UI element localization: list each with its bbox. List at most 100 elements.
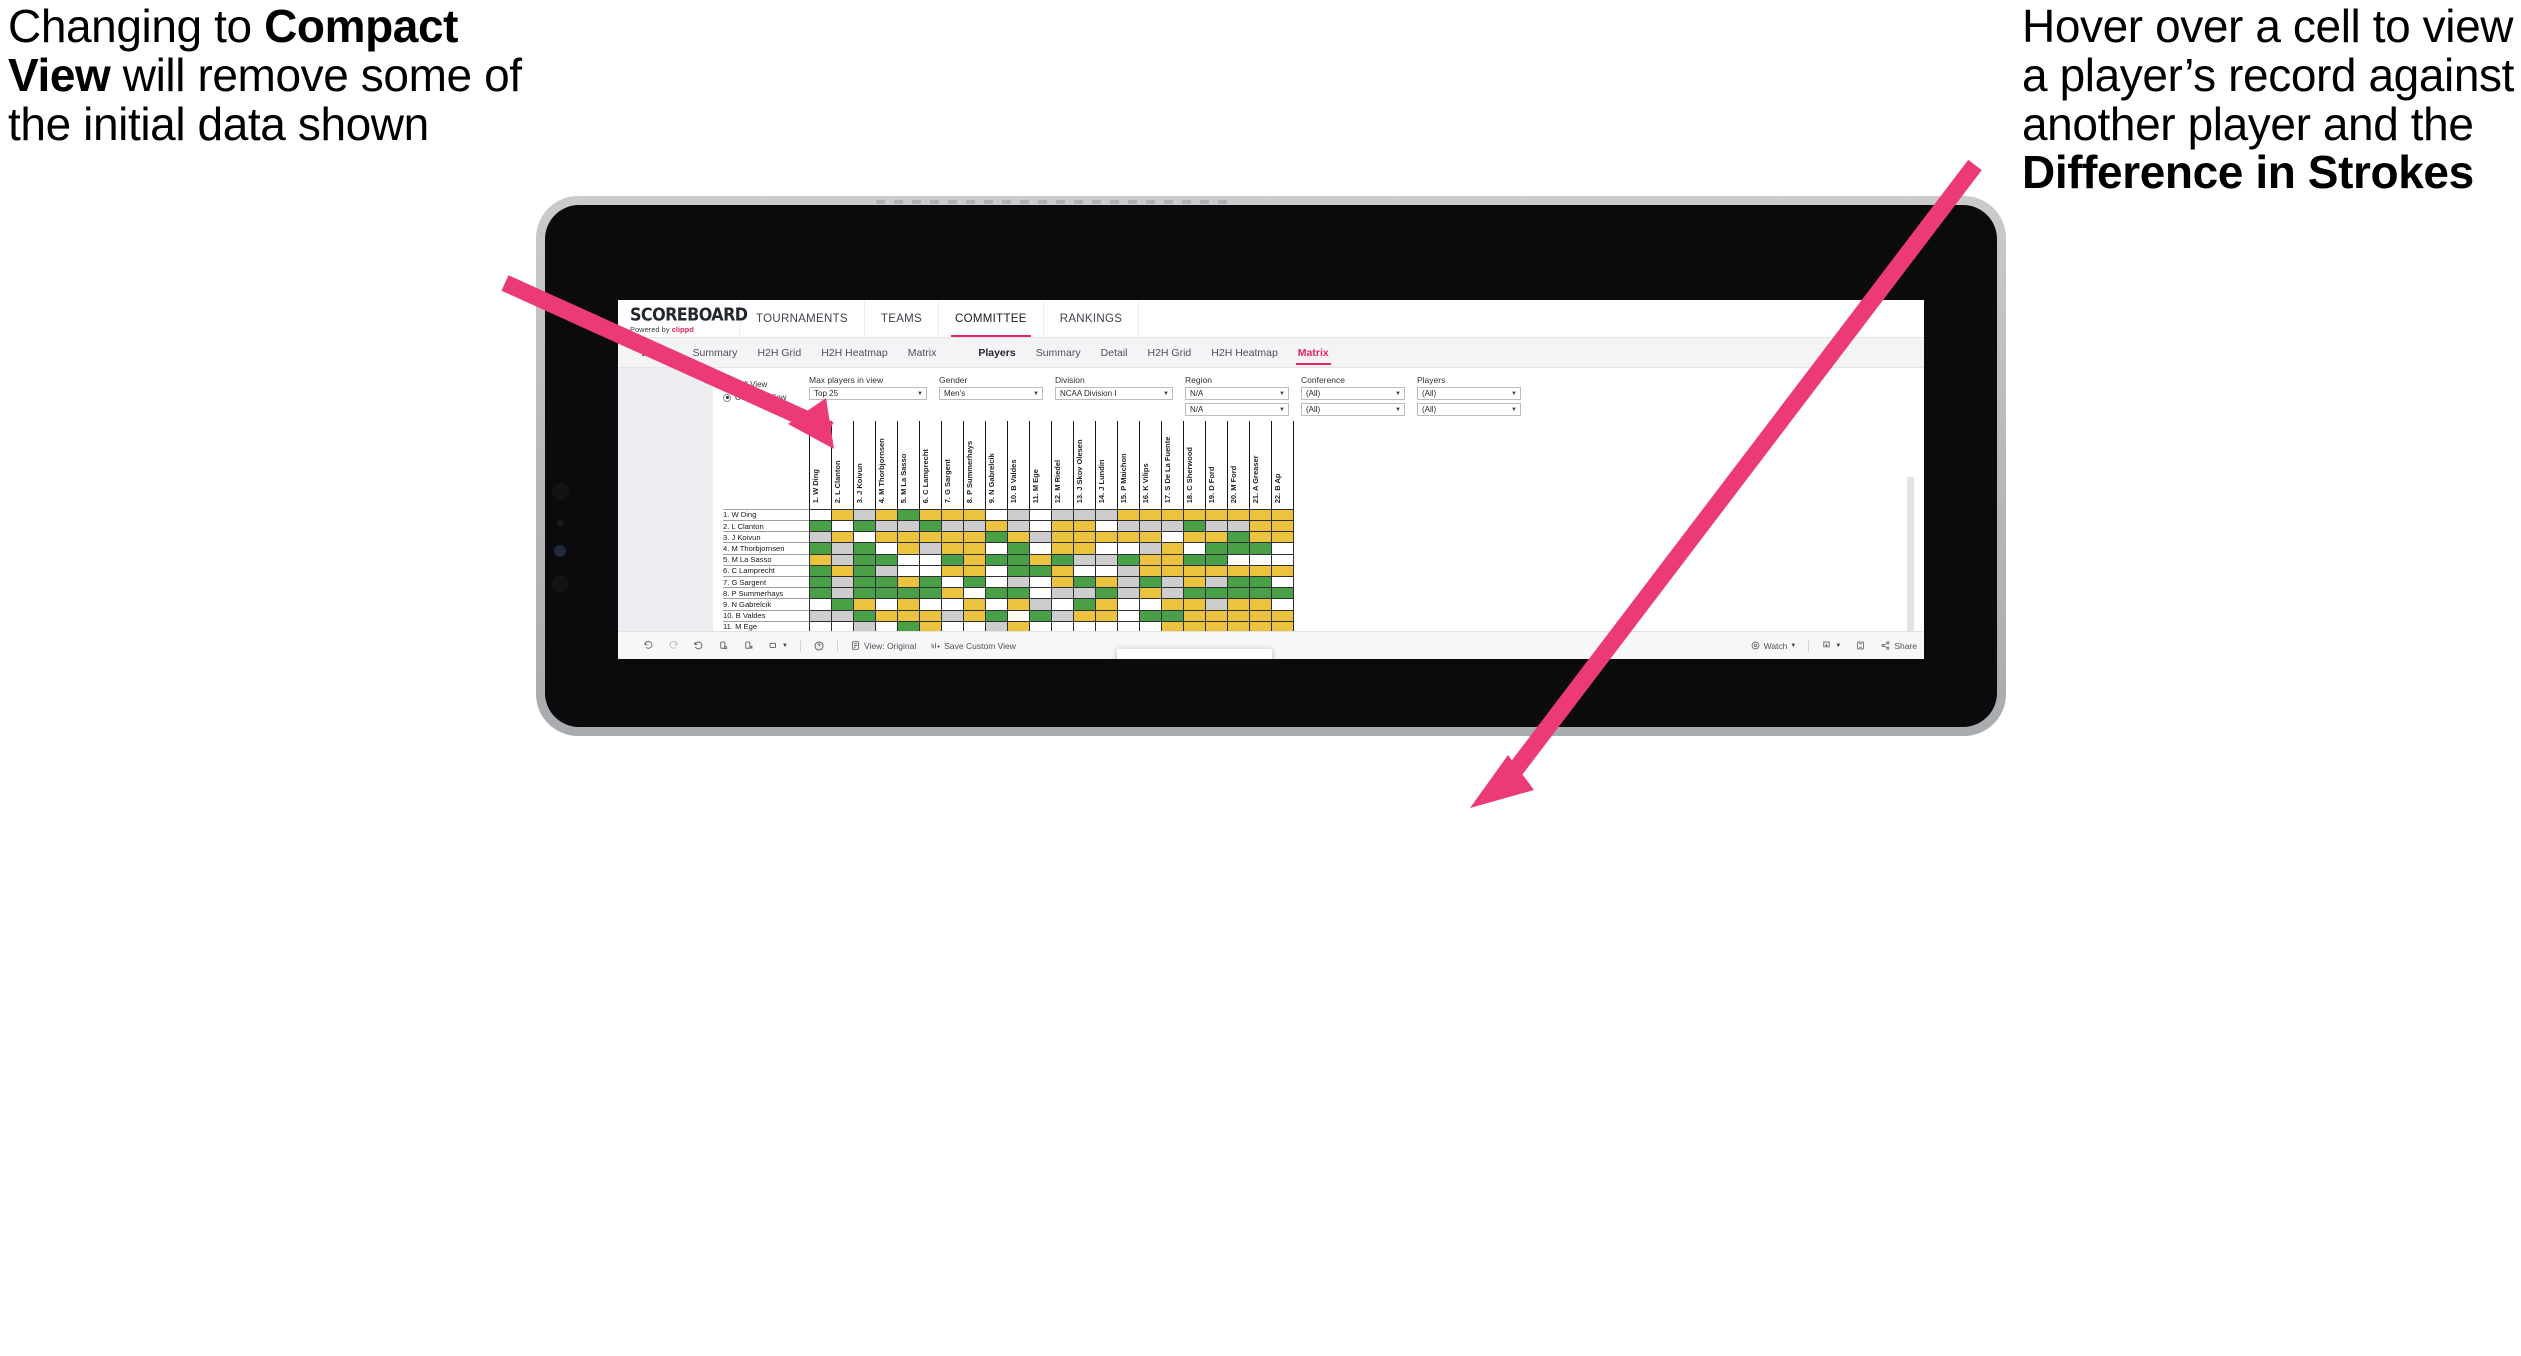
matrix-cell[interactable]	[1138, 575, 1162, 589]
matrix-cell[interactable]	[1226, 598, 1250, 611]
matrix-cell[interactable]	[984, 508, 1008, 522]
matrix-cell[interactable]	[1094, 542, 1118, 555]
matrix-cell[interactable]	[1116, 564, 1140, 577]
matrix-cell[interactable]	[1248, 609, 1272, 622]
matrix-cell[interactable]	[1270, 564, 1294, 577]
matrix-cell[interactable]	[1094, 575, 1118, 589]
matrix-cell[interactable]	[1050, 508, 1074, 522]
matrix-cell[interactable]	[808, 542, 832, 555]
share-button[interactable]: Share	[1873, 640, 1924, 651]
matrix-cell[interactable]	[1226, 531, 1250, 544]
matrix-cell[interactable]	[1138, 564, 1162, 577]
matrix-row-label[interactable]: 3. J Koivun	[723, 531, 809, 543]
matrix-column-header[interactable]: 21. A Greaser	[1248, 421, 1272, 510]
matrix-cell[interactable]	[830, 553, 854, 566]
radio-full-view[interactable]: Full View	[723, 378, 809, 391]
undo-button[interactable]	[636, 640, 661, 651]
matrix-cell[interactable]	[874, 531, 898, 544]
matrix-cell[interactable]	[984, 598, 1008, 611]
matrix-cell[interactable]	[1028, 609, 1052, 622]
matrix-cell[interactable]	[1094, 598, 1118, 611]
matrix-cell[interactable]	[1182, 575, 1206, 589]
matrix-cell[interactable]	[940, 542, 964, 555]
radio-compact-view-icon[interactable]	[723, 393, 731, 402]
matrix-cell[interactable]	[1160, 520, 1184, 533]
matrix-cell[interactable]	[1050, 575, 1074, 589]
matrix-cell[interactable]	[1094, 564, 1118, 577]
matrix-cell[interactable]	[984, 575, 1008, 589]
view-mode-radio-group[interactable]: Full View Compact View	[723, 376, 809, 404]
matrix-cell[interactable]	[1248, 520, 1272, 533]
matrix-cell[interactable]	[852, 542, 876, 555]
matrix-cell[interactable]	[1160, 609, 1184, 622]
matrix-cell[interactable]	[918, 531, 942, 544]
filter-conference-select[interactable]: (All) ▼	[1301, 387, 1405, 401]
matrix-cell[interactable]	[1204, 520, 1228, 533]
matrix-column-header[interactable]: 8. P Summerhays	[962, 421, 986, 510]
matrix-cell[interactable]	[1138, 520, 1162, 533]
download-button[interactable]: ▼	[1814, 640, 1848, 651]
matrix-cell[interactable]	[918, 609, 942, 622]
matrix-cell[interactable]	[962, 542, 986, 555]
matrix-cell[interactable]	[1050, 531, 1074, 544]
matrix-cell[interactable]	[940, 598, 964, 611]
matrix-cell[interactable]	[1204, 508, 1228, 522]
matrix-cell[interactable]	[1160, 598, 1184, 611]
matrix-cell[interactable]	[984, 520, 1008, 533]
matrix-cell[interactable]	[984, 531, 1008, 544]
matrix-cell[interactable]	[874, 542, 898, 555]
matrix-cell[interactable]	[1160, 531, 1184, 544]
matrix-cell[interactable]	[1050, 553, 1074, 566]
matrix-cell[interactable]	[1094, 587, 1118, 600]
matrix-cell[interactable]	[962, 575, 986, 589]
matrix-cell[interactable]	[1160, 508, 1184, 522]
matrix-cell[interactable]	[1248, 564, 1272, 577]
filter-region-select[interactable]: N/A ▼	[1185, 387, 1289, 401]
matrix-cell[interactable]	[984, 542, 1008, 555]
matrix-cell[interactable]	[1094, 609, 1118, 622]
matrix-cell[interactable]	[896, 575, 920, 589]
matrix-cell[interactable]	[1006, 609, 1030, 622]
matrix-cell[interactable]	[1006, 553, 1030, 566]
filter-max-players-select[interactable]: Top 25 ▼	[809, 387, 927, 401]
subtab-teams-summary[interactable]: Summary	[683, 338, 748, 368]
matrix-row-label[interactable]: 6. C Lamprecht	[723, 564, 809, 577]
matrix-cell[interactable]	[1072, 575, 1096, 589]
matrix-column-header[interactable]: 15. P Maichon	[1116, 421, 1140, 510]
matrix-column-header[interactable]: 16. K Vilips	[1138, 421, 1162, 510]
matrix-cell[interactable]	[1072, 531, 1096, 544]
matrix-cell[interactable]	[918, 598, 942, 611]
subtab-players-h2h-heatmap[interactable]: H2H Heatmap	[1201, 338, 1288, 368]
matrix-cell[interactable]	[808, 587, 832, 600]
matrix-cell[interactable]	[830, 520, 854, 533]
matrix-cell[interactable]	[808, 575, 832, 589]
matrix-cell[interactable]	[874, 508, 898, 522]
matrix-cell[interactable]	[896, 609, 920, 622]
matrix-cell[interactable]	[808, 598, 832, 611]
matrix-cell[interactable]	[874, 564, 898, 577]
matrix-cell[interactable]	[1226, 564, 1250, 577]
nav-teams[interactable]: TEAMS	[865, 300, 940, 337]
matrix-cell[interactable]	[1138, 609, 1162, 622]
matrix-cell[interactable]	[984, 609, 1008, 622]
matrix-cell[interactable]	[1028, 508, 1052, 522]
matrix-cell[interactable]	[1270, 598, 1294, 611]
matrix-cell[interactable]	[808, 553, 832, 566]
filter-region-select-2[interactable]: N/A ▼	[1185, 403, 1289, 417]
subtab-players[interactable]: Players	[968, 338, 1025, 368]
matrix-cell[interactable]	[940, 587, 964, 600]
matrix-cell[interactable]	[1116, 598, 1140, 611]
matrix-cell[interactable]	[1204, 587, 1228, 600]
nav-tournaments[interactable]: TOURNAMENTS	[740, 300, 865, 337]
matrix-cell[interactable]	[830, 609, 854, 622]
matrix-cell[interactable]	[1160, 553, 1184, 566]
matrix-cell[interactable]	[1270, 542, 1294, 555]
matrix-column-header[interactable]: 14. J Lundin	[1094, 421, 1118, 510]
subtab-teams[interactable]: Teams	[630, 338, 683, 368]
matrix-cell[interactable]	[940, 520, 964, 533]
matrix-cell[interactable]	[918, 520, 942, 533]
matrix-cell[interactable]	[962, 531, 986, 544]
help-button[interactable]	[806, 640, 832, 652]
matrix-cell[interactable]	[1248, 531, 1272, 544]
matrix-cell[interactable]	[1270, 553, 1294, 566]
